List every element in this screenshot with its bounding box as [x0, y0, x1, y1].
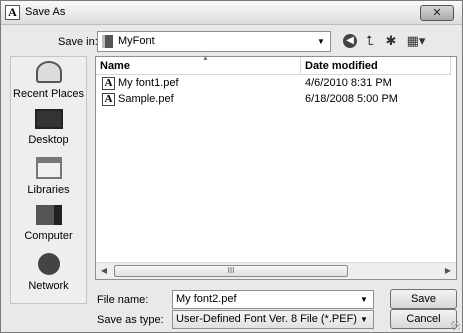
sort-ascending-icon: ▲ [202, 55, 209, 62]
places-bar: Recent Places Desktop Libraries Computer… [10, 56, 87, 304]
column-header-label: Name [100, 60, 130, 72]
file-name-label: File name: [97, 294, 149, 306]
app-icon: A [5, 5, 20, 20]
file-row[interactable]: A My font1.pef 4/6/2010 8:31 PM [96, 76, 456, 91]
scroll-right-icon[interactable]: ▶ [440, 263, 456, 279]
file-date: 6/18/2008 5:00 PM [305, 93, 398, 105]
place-label: Desktop [28, 134, 69, 146]
scroll-left-icon[interactable]: ◀ [96, 263, 112, 279]
place-recent-places[interactable]: Recent Places [11, 61, 86, 109]
save-as-type-label: Save as type: [97, 314, 164, 326]
file-name: My font1.pef [118, 77, 179, 89]
chevron-down-icon[interactable]: ▼ [315, 33, 327, 50]
chevron-down-icon[interactable]: ▼ [358, 311, 370, 328]
resize-grip-icon[interactable] [451, 321, 460, 330]
place-network[interactable]: Network [11, 253, 86, 301]
file-list: Name ▲ Date modified A My font1.pef 4/6/… [95, 55, 457, 280]
place-label: Network [28, 280, 69, 292]
views-menu-icon[interactable]: ▦▾ [405, 32, 427, 50]
place-label: Recent Places [13, 88, 84, 100]
font-file-icon: A [102, 93, 115, 106]
cancel-button[interactable]: Cancel [390, 309, 457, 329]
title-bar[interactable]: A Save As ✕ [1, 1, 462, 25]
place-computer[interactable]: Computer [11, 205, 86, 253]
save-in-value: MyFont [118, 35, 155, 47]
font-file-icon: A [102, 77, 115, 90]
file-name: Sample.pef [118, 93, 174, 105]
file-name-value: My font2.pef [176, 293, 237, 305]
computer-icon [35, 205, 62, 225]
window-title: Save As [25, 6, 66, 18]
scroll-thumb[interactable]: III [114, 265, 348, 277]
place-label: Computer [24, 230, 73, 242]
libraries-icon [35, 157, 62, 179]
place-libraries[interactable]: Libraries [11, 157, 86, 205]
column-header-date[interactable]: Date modified [301, 57, 451, 75]
network-icon [37, 253, 60, 275]
close-button[interactable]: ✕ [420, 5, 454, 21]
save-as-dialog: A Save As ✕ Save in: MyFont ▼ ◀ ⮤ ✱ ▦▾ R… [0, 0, 463, 333]
column-header-name[interactable]: Name ▲ [96, 55, 301, 75]
new-folder-icon[interactable]: ✱ [382, 32, 400, 50]
save-as-type-value: User-Defined Font Ver. 8 File (*.PEF) [176, 313, 357, 325]
recent-places-icon [35, 61, 62, 83]
file-date: 4/6/2010 8:31 PM [305, 77, 392, 89]
up-folder-icon[interactable]: ⮤ [362, 32, 378, 50]
file-name-field[interactable]: My font2.pef ▼ [172, 290, 374, 309]
save-as-type-dropdown[interactable]: User-Defined Font Ver. 8 File (*.PEF) ▼ [172, 310, 374, 329]
desktop-icon [34, 109, 63, 129]
save-in-label: Save in: [58, 36, 98, 48]
back-icon[interactable]: ◀ [342, 32, 358, 50]
chevron-down-icon[interactable]: ▼ [358, 291, 370, 308]
horizontal-scrollbar[interactable]: ◀ III ▶ [96, 262, 456, 279]
folder-icon [102, 35, 113, 48]
place-label: Libraries [27, 184, 70, 196]
file-row[interactable]: A Sample.pef 6/18/2008 5:00 PM [96, 92, 456, 107]
place-desktop[interactable]: Desktop [11, 109, 86, 157]
save-in-dropdown[interactable]: MyFont ▼ [97, 31, 331, 52]
save-button[interactable]: Save [390, 289, 457, 309]
